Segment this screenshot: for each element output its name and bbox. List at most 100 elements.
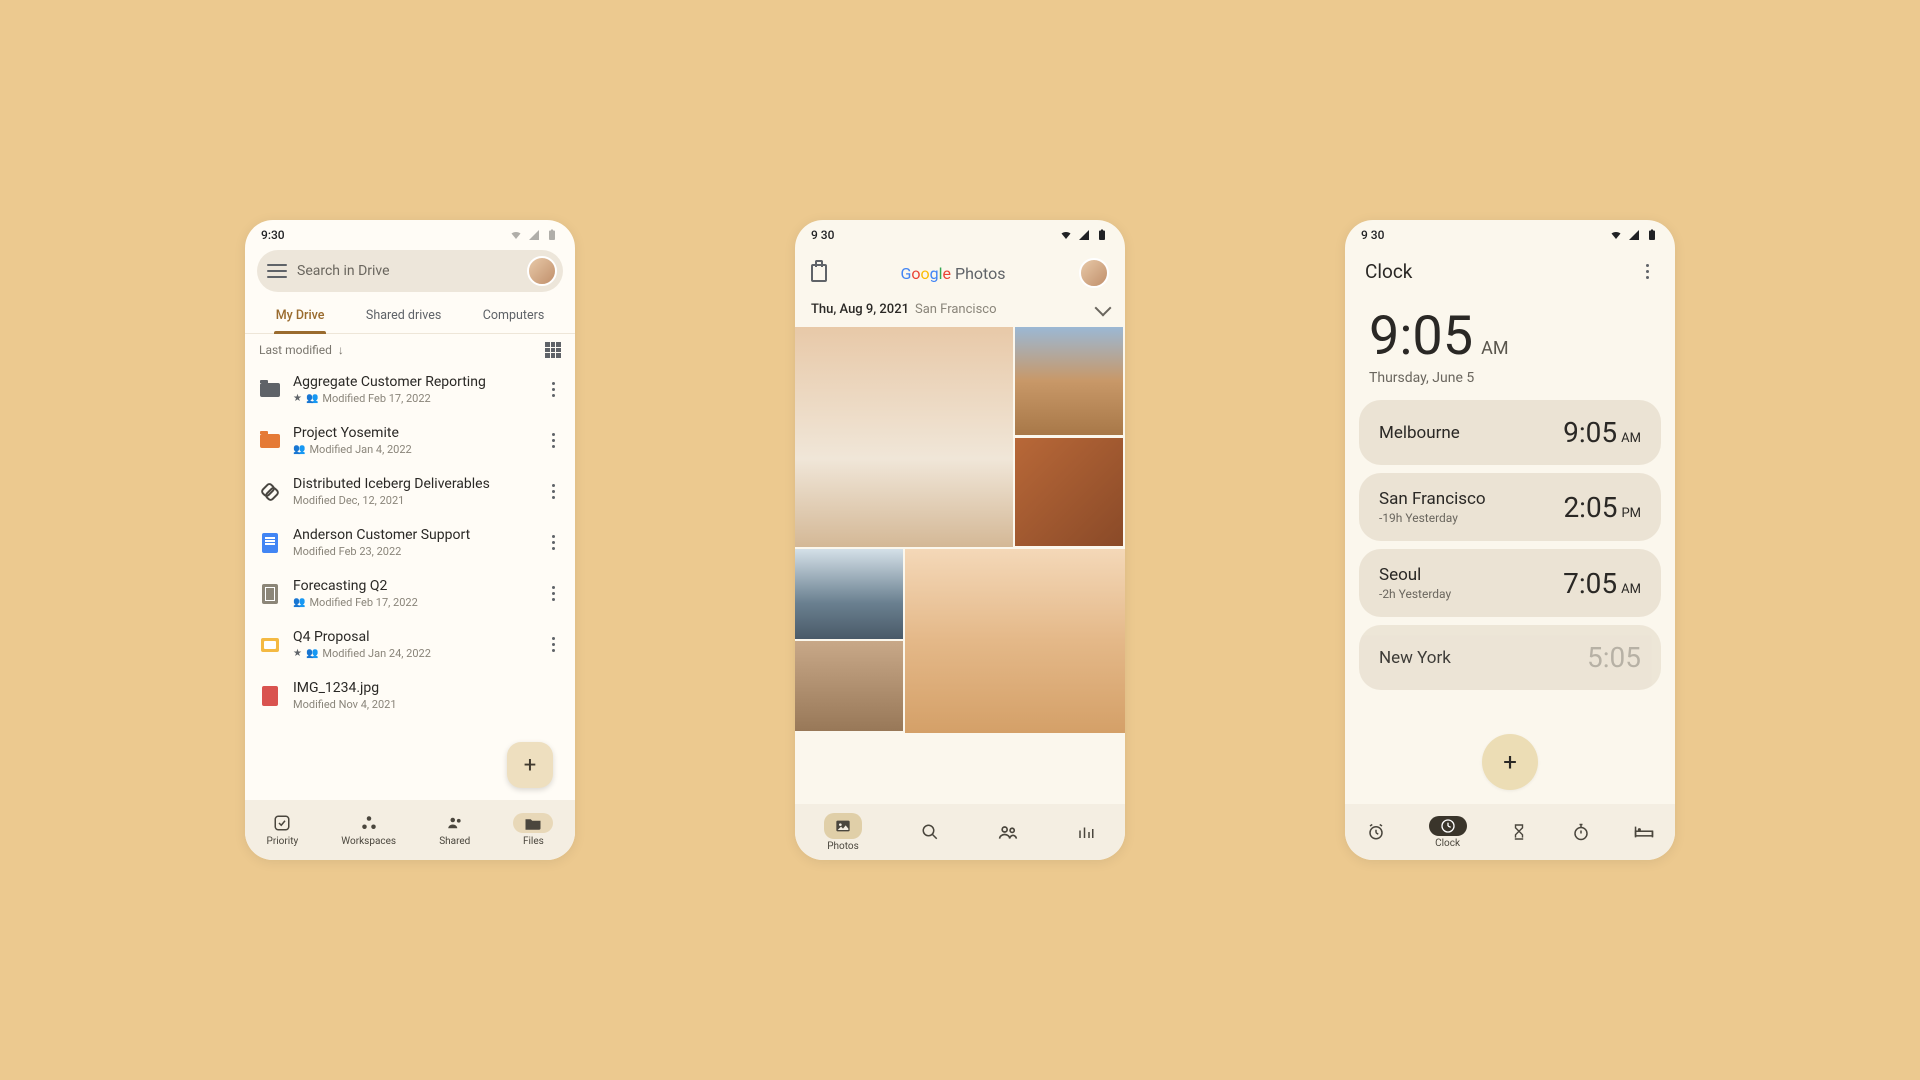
folder-icon <box>259 379 281 401</box>
file-name: IMG_1234.jpg <box>293 680 561 696</box>
folder-icon <box>259 430 281 452</box>
file-name: Aggregate Customer Reporting <box>293 374 533 390</box>
print-store-icon[interactable] <box>811 264 827 282</box>
city-card[interactable]: San Francisco -19h Yesterday 2:05PM <box>1359 473 1661 541</box>
bottom-nav: Clock <box>1345 804 1675 860</box>
nav-library[interactable] <box>1076 822 1096 842</box>
file-name: Project Yosemite <box>293 425 533 441</box>
app-title: Clock <box>1365 260 1412 283</box>
more-icon[interactable] <box>545 382 561 397</box>
file-meta: Modified Feb 23, 2022 <box>293 545 533 558</box>
photos-phone: 9 30 Google Photos Thu, Aug 9, 2021San F… <box>795 220 1125 860</box>
tab-shared-drives[interactable]: Shared drives <box>360 308 447 333</box>
status-bar: 9 30 <box>1345 220 1675 250</box>
priority-icon <box>272 813 292 833</box>
photo-thumbnail[interactable] <box>1015 438 1123 546</box>
fab-new[interactable]: + <box>507 742 553 788</box>
status-icons <box>1059 229 1109 241</box>
file-meta: 👥Modified Feb 17, 2022 <box>293 596 533 609</box>
nav-shared[interactable]: Shared <box>439 813 470 847</box>
shared-icon <box>445 813 465 833</box>
city-card[interactable]: Seoul -2h Yesterday 7:05AM <box>1359 549 1661 617</box>
photo-thumbnail[interactable] <box>795 549 903 639</box>
clock-date: Thursday, June 5 <box>1369 370 1651 386</box>
photo-thumbnail[interactable] <box>795 327 1013 547</box>
nav-sharing[interactable] <box>998 822 1018 842</box>
signal-icon <box>1077 229 1091 241</box>
nav-bedtime[interactable] <box>1634 822 1654 842</box>
battery-icon <box>1645 229 1659 241</box>
bottom-nav: Photos <box>795 804 1125 860</box>
more-icon[interactable] <box>545 484 561 499</box>
file-item[interactable]: Aggregate Customer Reporting ★👥Modified … <box>249 364 571 415</box>
grid-view-icon[interactable] <box>545 342 561 358</box>
file-item[interactable]: Project Yosemite 👥Modified Jan 4, 2022 <box>249 415 571 466</box>
nav-priority[interactable]: Priority <box>267 813 299 847</box>
date-label: Thu, Aug 9, 2021 <box>811 302 909 317</box>
nav-alarm[interactable] <box>1366 822 1386 842</box>
workspaces-icon <box>359 813 379 833</box>
city-card[interactable]: Melbourne 9:05AM <box>1359 400 1661 465</box>
profile-avatar[interactable] <box>1079 258 1109 288</box>
hourglass-icon <box>1509 822 1529 842</box>
photo-thumbnail[interactable] <box>1015 327 1123 435</box>
nav-photos[interactable]: Photos <box>824 813 862 852</box>
clock-time: 9:05 <box>1369 305 1473 368</box>
file-item[interactable]: Anderson Customer Support Modified Feb 2… <box>249 517 571 568</box>
file-item[interactable]: Forecasting Q2 👥Modified Feb 17, 2022 <box>249 568 571 619</box>
nav-files[interactable]: Files <box>513 813 553 847</box>
photo-thumbnail[interactable] <box>905 549 1125 733</box>
file-item[interactable]: Distributed Iceberg Deliverables Modifie… <box>249 466 571 517</box>
alarm-icon <box>1366 822 1386 842</box>
more-icon[interactable] <box>545 535 561 550</box>
chevron-down-icon <box>1095 299 1112 316</box>
file-meta: ★👥Modified Jan 24, 2022 <box>293 647 533 660</box>
file-item[interactable]: Q4 Proposal ★👥Modified Jan 24, 2022 <box>249 619 571 670</box>
file-name: Q4 Proposal <box>293 629 533 645</box>
bedtime-icon <box>1634 822 1654 842</box>
city-card[interactable]: New York 5:05 <box>1359 625 1661 690</box>
nav-stopwatch[interactable] <box>1571 822 1591 842</box>
signal-icon <box>527 229 541 241</box>
bottom-nav: Priority Workspaces Shared Files <box>245 800 575 860</box>
files-icon <box>513 813 553 833</box>
sort-row: Last modified ↓ <box>245 334 575 364</box>
drive-phone: 9:30 Search in Drive My Drive Shared dri… <box>245 220 575 860</box>
nav-search[interactable] <box>920 822 940 842</box>
battery-icon <box>545 229 559 241</box>
wifi-icon <box>509 229 523 241</box>
doc-icon <box>259 532 281 554</box>
file-item[interactable]: IMG_1234.jpg Modified Nov 4, 2021 <box>249 670 571 721</box>
more-icon[interactable] <box>1639 264 1655 279</box>
tab-computers[interactable]: Computers <box>477 308 551 333</box>
search-bar[interactable]: Search in Drive <box>257 250 563 292</box>
slides-icon <box>259 634 281 656</box>
status-time: 9:30 <box>261 228 285 242</box>
file-list: Aggregate Customer Reporting ★👥Modified … <box>245 364 575 721</box>
fab-add-city[interactable]: + <box>1482 734 1538 790</box>
nav-timer[interactable] <box>1509 822 1529 842</box>
city-offset: -19h Yesterday <box>1379 511 1486 525</box>
signal-icon <box>1627 229 1641 241</box>
menu-icon[interactable] <box>267 264 287 278</box>
nav-clock[interactable]: Clock <box>1429 816 1467 849</box>
more-icon[interactable] <box>545 637 561 652</box>
city-name: San Francisco <box>1379 489 1486 509</box>
tab-my-drive[interactable]: My Drive <box>270 308 331 333</box>
status-time: 9 30 <box>811 228 834 242</box>
profile-avatar[interactable] <box>527 256 557 286</box>
date-header[interactable]: Thu, Aug 9, 2021San Francisco <box>795 296 1125 327</box>
city-name: New York <box>1379 648 1451 668</box>
clock-phone: 9 30 Clock 9:05 AM Thursday, June 5 Melb… <box>1345 220 1675 860</box>
shortcut-icon <box>259 481 281 503</box>
wifi-icon <box>1609 229 1623 241</box>
more-icon[interactable] <box>545 433 561 448</box>
file-meta: Modified Dec, 12, 2021 <box>293 494 533 507</box>
more-icon[interactable] <box>545 586 561 601</box>
photos-icon <box>824 813 862 839</box>
status-icons <box>509 229 559 241</box>
photo-thumbnail[interactable] <box>795 641 903 731</box>
nav-workspaces[interactable]: Workspaces <box>341 813 396 847</box>
wifi-icon <box>1059 229 1073 241</box>
sort-button[interactable]: Last modified ↓ <box>259 343 344 357</box>
